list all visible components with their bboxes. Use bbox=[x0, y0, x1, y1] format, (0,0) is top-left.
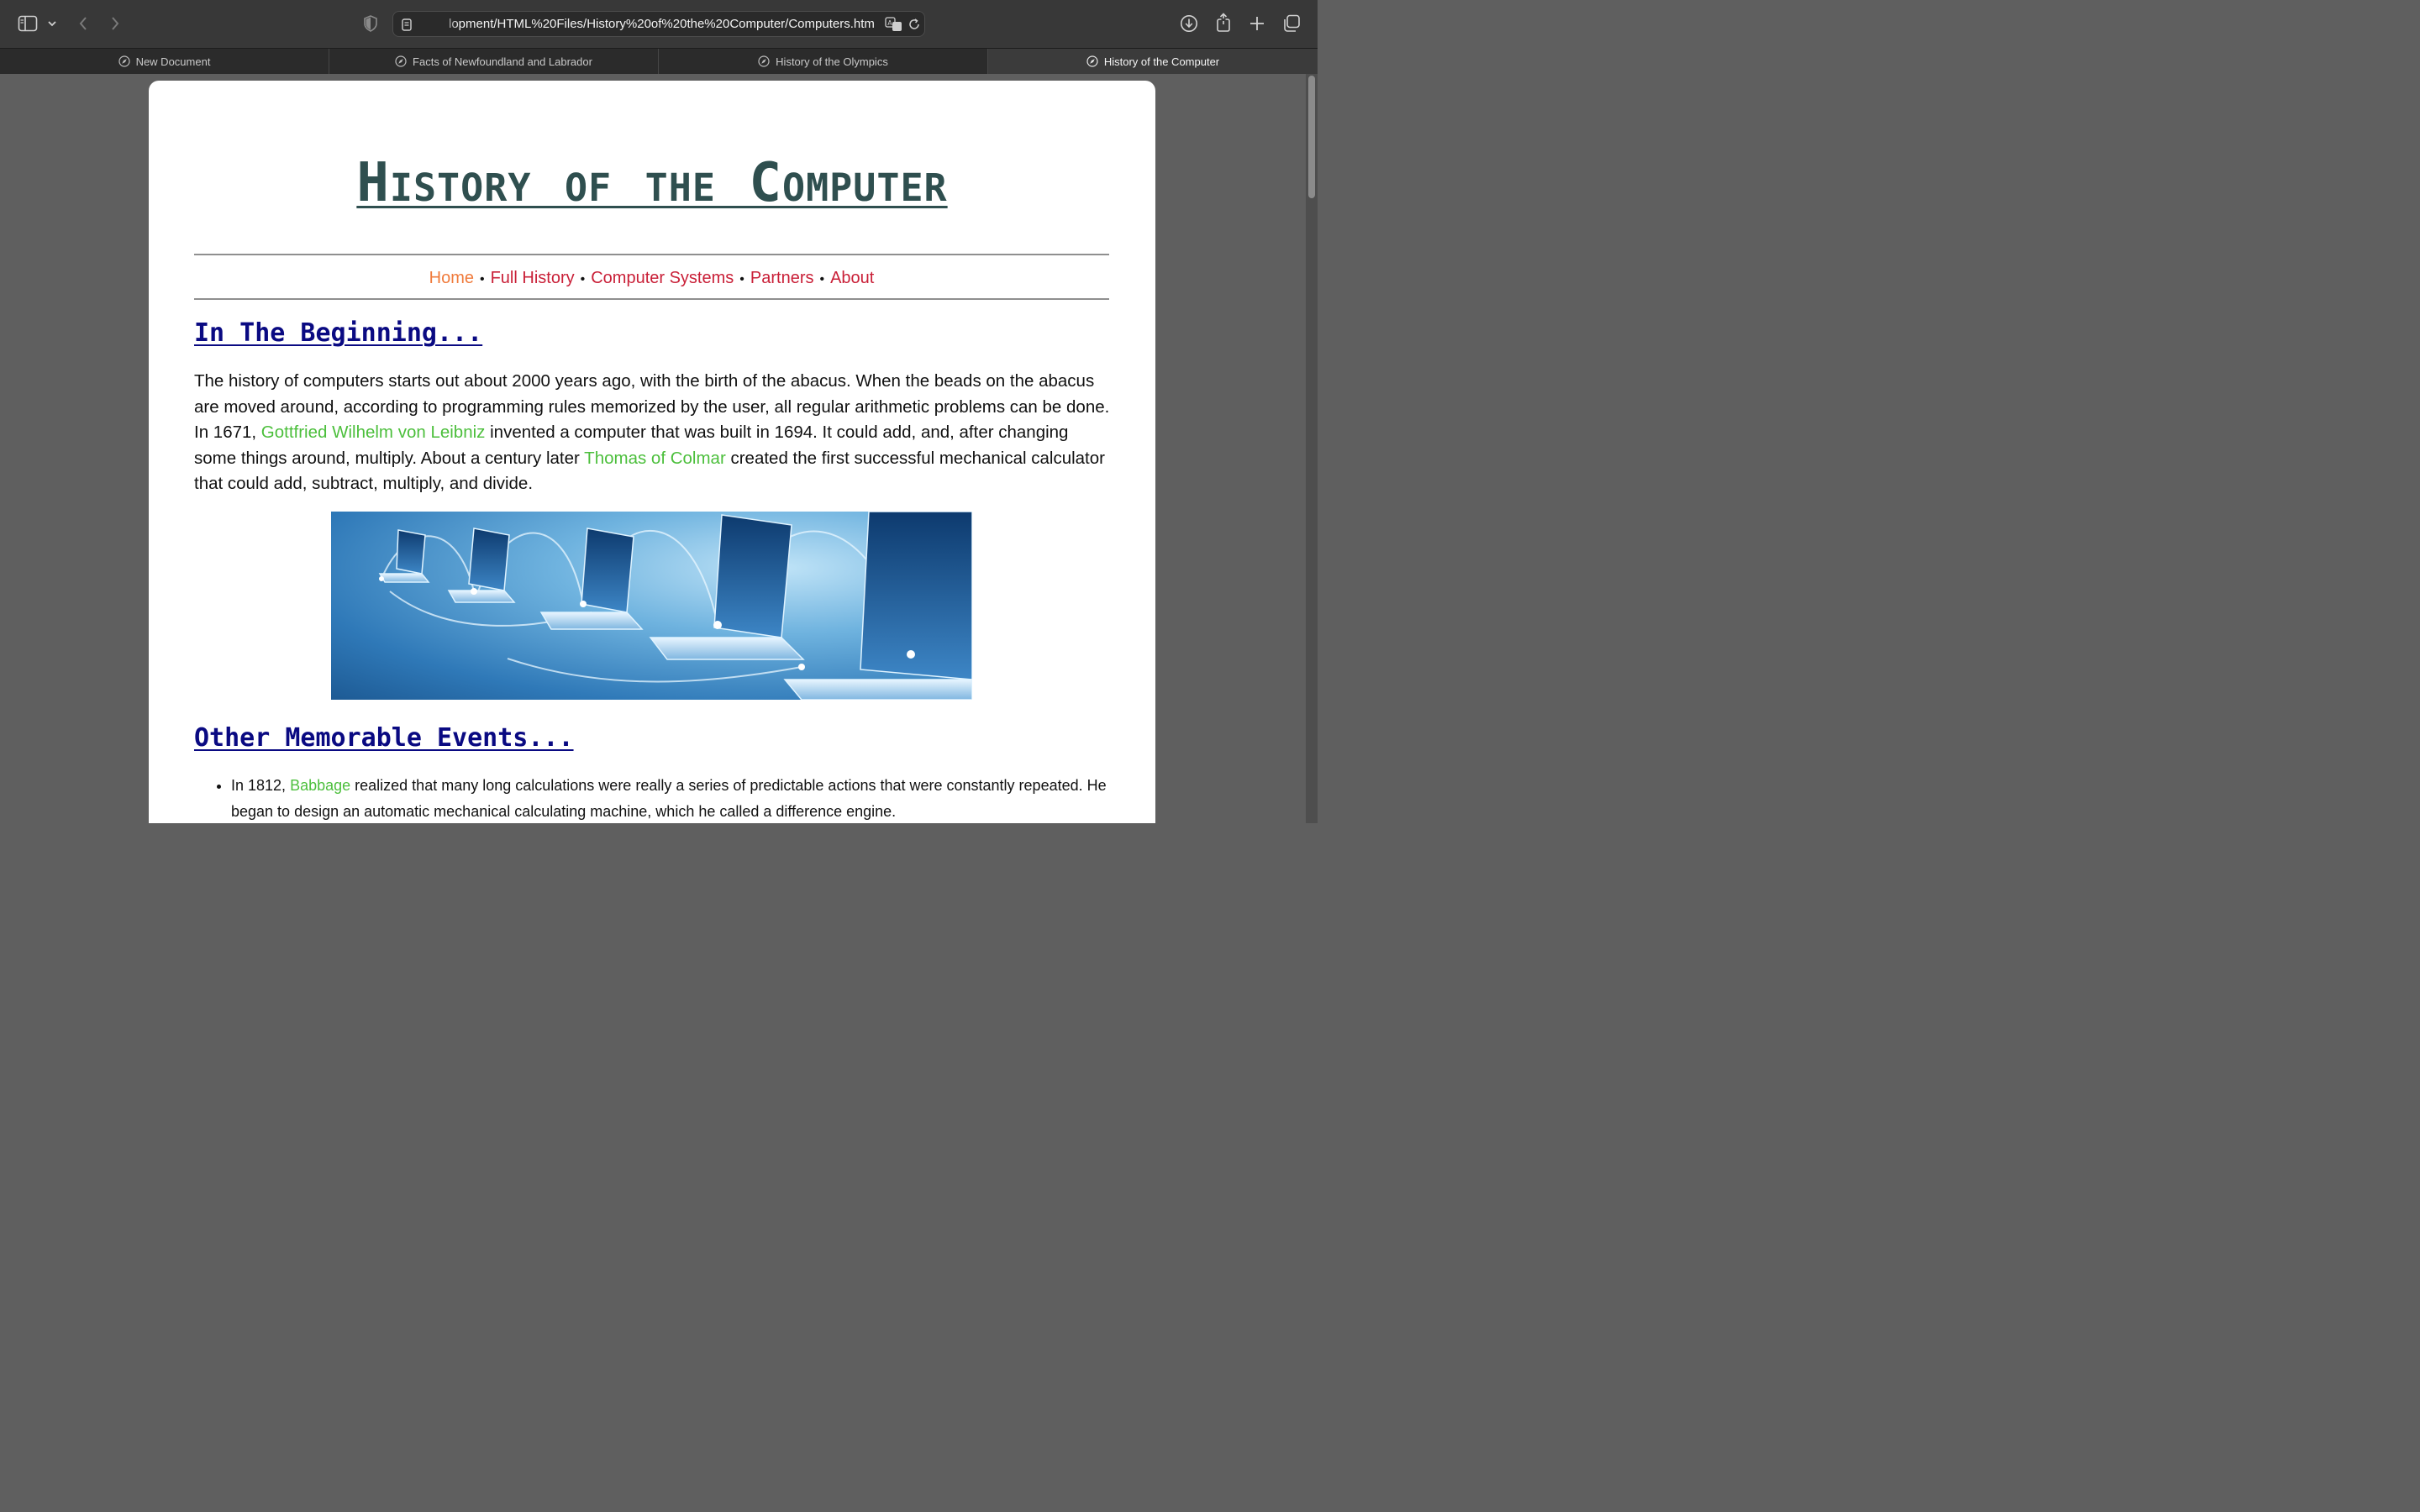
url-text[interactable]: lopment/HTML%20Files/History%20of%20the%… bbox=[449, 17, 874, 31]
nav-divider-top bbox=[194, 254, 1109, 255]
tab-label: History of the Olympics bbox=[776, 55, 888, 68]
content-card: History of the Computer Home • Full Histor… bbox=[149, 81, 1155, 823]
url-fade bbox=[437, 13, 459, 34]
nav-home[interactable]: Home bbox=[429, 269, 474, 287]
tab-label: History of the Computer bbox=[1103, 55, 1220, 68]
tab-history-of-the-computer[interactable]: History of the Computer bbox=[988, 49, 1318, 74]
nav-separator: • bbox=[580, 272, 586, 286]
tab-new-document[interactable]: New Document bbox=[0, 49, 329, 74]
section-heading-memorable-events: Other Memorable Events... bbox=[194, 723, 574, 753]
nav-partners[interactable]: Partners bbox=[750, 269, 814, 287]
tab-label: Facts of Newfoundland and Labrador bbox=[413, 55, 592, 68]
main-nav: Home • Full History • Computer Systems • Partn… bbox=[194, 268, 1109, 290]
leibniz-link[interactable]: Gottfried Wilhelm von Leibniz bbox=[261, 423, 486, 442]
networked-laptops-image bbox=[331, 512, 972, 700]
babbage-link[interactable]: Babbage bbox=[290, 777, 350, 794]
list-item-text: In 1812, bbox=[231, 777, 291, 794]
nav-full-history[interactable]: Full History bbox=[491, 269, 575, 287]
translate-icon[interactable]: A bbox=[885, 16, 903, 33]
sidebar-toggle-icon[interactable] bbox=[17, 14, 39, 33]
compass-icon bbox=[118, 55, 130, 67]
chevron-down-icon[interactable] bbox=[46, 17, 58, 30]
address-bar[interactable]: lopment/HTML%20Files/History%20of%20the%… bbox=[392, 11, 925, 37]
nav-separator: • bbox=[739, 272, 744, 286]
intro-paragraph: The history of computers starts out abou… bbox=[194, 369, 1113, 497]
forward-icon[interactable] bbox=[108, 13, 123, 34]
compass-icon bbox=[395, 55, 407, 67]
browser-toolbar: lopment/HTML%20Files/History%20of%20the%… bbox=[0, 0, 1318, 48]
compass-icon bbox=[758, 55, 770, 67]
list-item-text: realized that many long calculations wer… bbox=[231, 777, 1107, 820]
page-viewport: History of the Computer Home • Full Histor… bbox=[0, 74, 1318, 823]
reload-icon[interactable] bbox=[908, 17, 921, 32]
events-list: In 1812, Babbage realized that many long… bbox=[194, 773, 1139, 823]
nav-about[interactable]: About bbox=[830, 269, 874, 287]
section-heading-beginning: In The Beginning... bbox=[194, 318, 483, 348]
reader-page-icon[interactable] bbox=[400, 17, 413, 32]
tab-facts-of-newfoundland[interactable]: Facts of Newfoundland and Labrador bbox=[329, 49, 659, 74]
tab-history-of-the-olympics[interactable]: History of the Olympics bbox=[659, 49, 988, 74]
new-tab-plus-icon[interactable] bbox=[1248, 13, 1266, 34]
compass-icon bbox=[1086, 55, 1098, 67]
scrollbar[interactable] bbox=[1306, 74, 1318, 823]
share-icon[interactable] bbox=[1214, 12, 1233, 34]
tab-overview-icon[interactable] bbox=[1281, 13, 1302, 34]
tab-label: New Document bbox=[135, 55, 211, 68]
tab-bar: New Document Facts of Newfoundland and L… bbox=[0, 48, 1318, 74]
thomas-of-colmar-link[interactable]: Thomas of Colmar bbox=[584, 449, 726, 468]
nav-separator: • bbox=[479, 272, 485, 286]
back-icon[interactable] bbox=[76, 13, 91, 34]
laptops-illustration bbox=[378, 512, 972, 700]
scrollbar-thumb[interactable] bbox=[1308, 76, 1315, 198]
list-item: In 1812, Babbage realized that many long… bbox=[231, 773, 1139, 823]
nav-computer-systems[interactable]: Computer Systems bbox=[591, 269, 734, 287]
nav-separator: • bbox=[819, 272, 825, 286]
downloads-icon[interactable] bbox=[1179, 13, 1199, 34]
svg-text:A: A bbox=[887, 19, 892, 27]
nav-divider-bottom bbox=[194, 298, 1109, 300]
page-title: History of the Computer bbox=[356, 152, 948, 214]
privacy-shield-icon[interactable] bbox=[362, 14, 379, 33]
